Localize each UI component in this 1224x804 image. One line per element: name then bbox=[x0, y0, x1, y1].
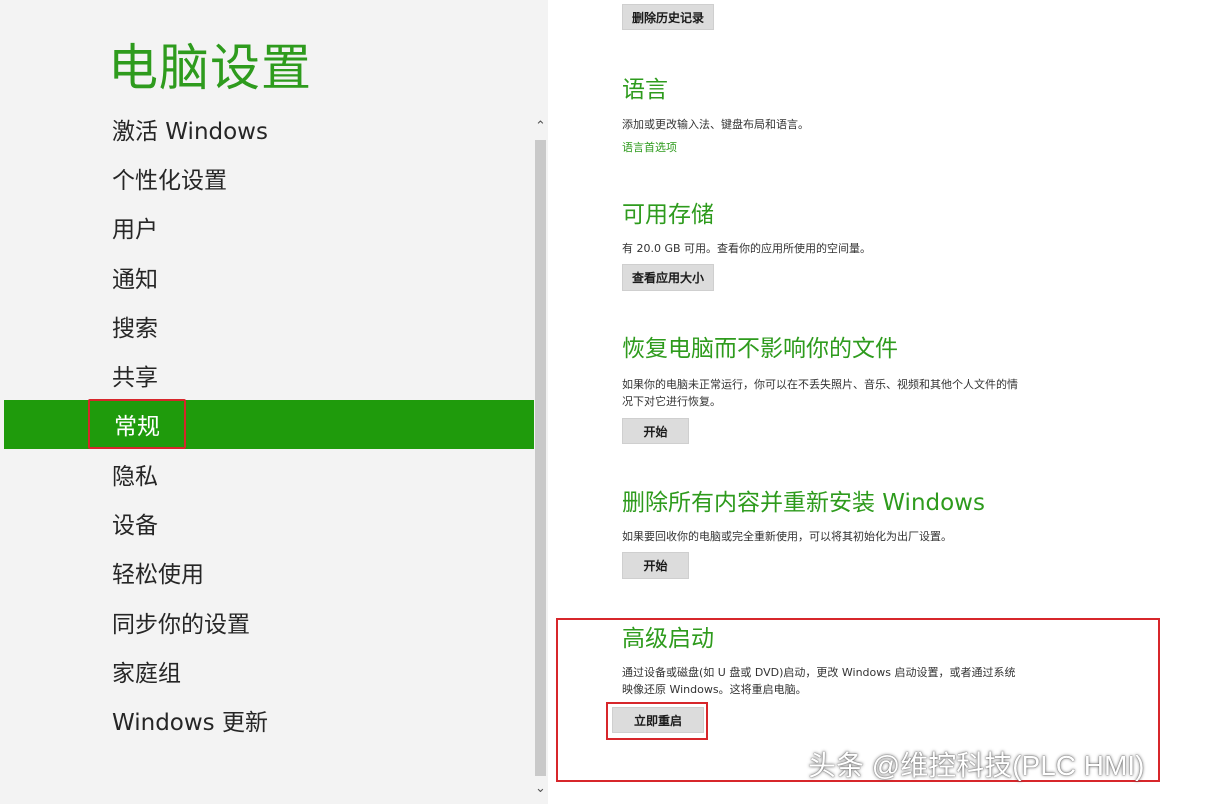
delete-history-button[interactable]: 删除历史记录 bbox=[622, 4, 714, 30]
nav-item-share[interactable]: 共享 bbox=[0, 350, 534, 399]
nav-item-homegroup[interactable]: 家庭组 bbox=[0, 646, 534, 695]
reset-section-title: 删除所有内容并重新安装 Windows bbox=[622, 490, 985, 516]
nav-label: 家庭组 bbox=[112, 660, 181, 687]
nav-label: Windows 更新 bbox=[112, 710, 268, 737]
nav-label: 同步你的设置 bbox=[112, 611, 250, 638]
refresh-section-title: 恢复电脑而不影响你的文件 bbox=[622, 336, 898, 362]
refresh-start-button[interactable]: 开始 bbox=[622, 418, 689, 444]
nav-item-windows-update[interactable]: Windows 更新 bbox=[0, 696, 534, 745]
nav-label: 用户 bbox=[112, 217, 158, 244]
nav-label: 隐私 bbox=[112, 463, 158, 490]
settings-nav: 激活 Windows 个性化设置 用户 通知 搜索 共享 常规 隐私 设备 轻松… bbox=[0, 104, 534, 745]
nav-item-sync-settings[interactable]: 同步你的设置 bbox=[0, 597, 534, 646]
restart-now-highlight-box bbox=[606, 702, 708, 740]
chevron-up-icon[interactable]: ⌃ bbox=[533, 118, 548, 136]
left-pane: 电脑设置 激活 Windows 个性化设置 用户 通知 搜索 共享 常规 隐私 … bbox=[0, 0, 548, 804]
nav-item-activate-windows[interactable]: 激活 Windows bbox=[0, 104, 534, 153]
storage-section-desc: 有 20.0 GB 可用。查看你的应用所使用的空间量。 bbox=[622, 242, 872, 255]
reset-start-button[interactable]: 开始 bbox=[622, 552, 689, 579]
nav-item-search[interactable]: 搜索 bbox=[0, 301, 534, 350]
scrollbar-thumb[interactable] bbox=[535, 140, 546, 776]
nav-label: 搜索 bbox=[112, 315, 158, 342]
reset-section-desc: 如果要回收你的电脑或完全重新使用，可以将其初始化为出厂设置。 bbox=[622, 530, 952, 543]
language-section-desc: 添加或更改输入法、键盘布局和语言。 bbox=[622, 118, 809, 131]
nav-label: 轻松使用 bbox=[112, 562, 204, 589]
nav-item-notifications[interactable]: 通知 bbox=[0, 252, 534, 301]
nav-label: 设备 bbox=[112, 513, 158, 540]
nav-item-general[interactable]: 常规 bbox=[4, 399, 534, 450]
nav-item-devices[interactable]: 设备 bbox=[0, 498, 534, 547]
language-section-title: 语言 bbox=[622, 77, 668, 103]
nav-scrollbar[interactable]: ⌃ ⌄ bbox=[533, 108, 548, 798]
nav-label: 通知 bbox=[112, 266, 158, 293]
view-app-sizes-button[interactable]: 查看应用大小 bbox=[622, 264, 714, 291]
nav-item-users[interactable]: 用户 bbox=[0, 203, 534, 252]
nav-label: 激活 Windows bbox=[112, 118, 268, 145]
storage-section-title: 可用存储 bbox=[622, 202, 714, 228]
chevron-down-icon[interactable]: ⌄ bbox=[533, 780, 548, 798]
nav-label-highlighted: 常规 bbox=[88, 399, 186, 450]
nav-item-privacy[interactable]: 隐私 bbox=[0, 449, 534, 498]
watermark: 头条 @维控科技(PLC HMI) bbox=[808, 750, 1145, 781]
nav-label: 共享 bbox=[112, 365, 158, 392]
language-preferences-link[interactable]: 语言首选项 bbox=[622, 139, 677, 155]
nav-item-ease-of-access[interactable]: 轻松使用 bbox=[0, 548, 534, 597]
nav-item-personalize[interactable]: 个性化设置 bbox=[0, 153, 534, 202]
refresh-section-desc-line-2: 况下对它进行恢复。 bbox=[622, 395, 721, 408]
page-title: 电脑设置 bbox=[108, 39, 312, 97]
refresh-section-desc-line-1: 如果你的电脑未正常运行，你可以在不丢失照片、音乐、视频和其他个人文件的情 bbox=[622, 378, 1018, 391]
nav-label: 个性化设置 bbox=[112, 167, 227, 194]
